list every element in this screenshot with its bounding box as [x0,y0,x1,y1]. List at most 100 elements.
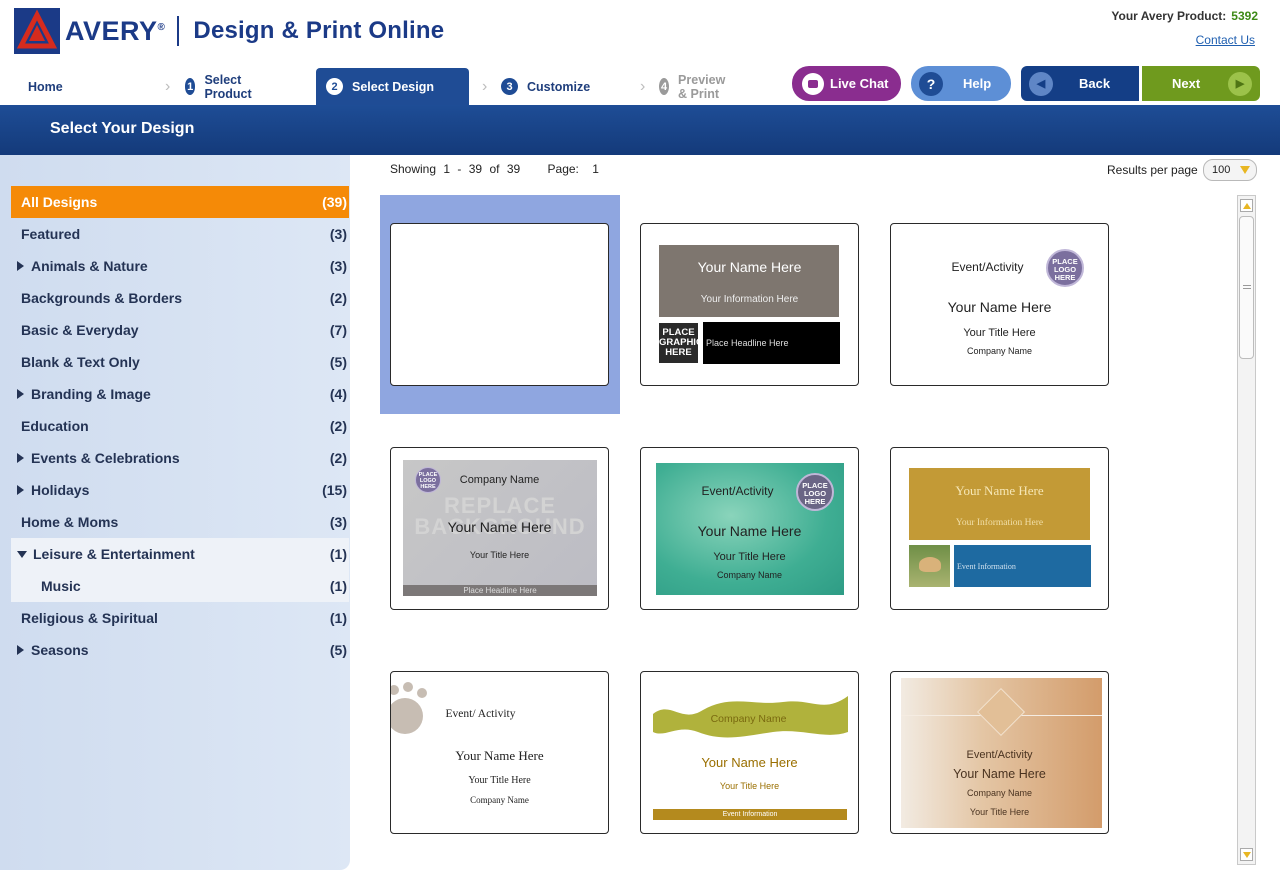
step-label: Customize [527,79,591,94]
results-per-page-value: 100 [1212,164,1231,176]
showing-label: Showing [390,162,437,176]
subcategory-music[interactable]: Music (1) [11,570,349,602]
category-holidays[interactable]: Holidays (15) [11,474,349,506]
category-label: Seasons [31,642,89,658]
chevron-right-icon: › [640,78,646,95]
next-button[interactable]: Next ▶ [1142,66,1260,101]
category-home-moms[interactable]: Home & Moms (3) [11,506,349,538]
of-label: of [489,162,500,176]
expand-arrow-icon[interactable] [17,453,24,463]
design-card[interactable]: Event/Activity Your Name Here Company Na… [890,671,1109,834]
category-count: (3) [329,226,347,242]
category-label: Blank & Text Only [21,354,140,370]
next-label: Next [1172,76,1201,91]
help-button[interactable]: ? Help [911,66,1011,101]
avery-triangle-icon [14,8,60,54]
category-count: (1) [329,578,347,594]
step-preview-print[interactable]: 4 Preview & Print [659,68,732,105]
paw-toe [403,682,413,692]
category-label: Music [41,578,81,594]
expand-arrow-icon[interactable] [17,485,24,495]
card-headline: Place Headline Here [706,338,789,348]
category-education[interactable]: Education (2) [11,410,349,442]
results-total: 39 [506,162,521,176]
avery-logo: AVERY® Design & Print Online [14,8,444,54]
contact-us-link[interactable]: Contact Us [1196,33,1255,47]
paw-toe [417,688,427,698]
category-count: (15) [322,482,347,498]
category-branding-image[interactable]: Branding & Image (4) [11,378,349,410]
card-event: Event Information [653,809,847,820]
design-card[interactable]: Company Name Your Name Here Your Title H… [640,671,859,834]
your-product-number: 5392 [1231,9,1258,23]
category-leisure-entertainment[interactable]: Leisure & Entertainment (1) [11,538,349,570]
card-name: Your Name Here [697,259,802,275]
category-all-designs[interactable]: All Designs (39) [11,186,349,218]
category-label: Holidays [31,482,90,498]
logo-divider [177,16,180,46]
chat-bubble-icon [802,72,824,95]
category-events-celebrations[interactable]: Events & Celebrations (2) [11,442,349,474]
card-company: Company Name [470,795,529,805]
category-featured[interactable]: Featured (3) [11,218,349,250]
category-count: (5) [329,354,347,370]
design-card[interactable]: PLACE LOGO HERE Company Name REPLACE BAC… [390,447,609,610]
category-blank-text-only[interactable]: Blank & Text Only (5) [11,346,349,378]
step-select-product[interactable]: 1 Select Product [185,68,258,105]
back-button[interactable]: ◀ Back [1021,66,1139,101]
design-card[interactable]: Your Name Here Your Information Here Eve… [890,447,1109,610]
design-card[interactable]: Your Name Here Your Information Here PLA… [640,223,859,386]
design-card[interactable]: Event/Activity PLACE LOGO HERE Your Name… [640,447,859,610]
design-card[interactable]: Event/ Activity Your Name Here Your Titl… [390,671,609,834]
category-label: Education [21,418,89,434]
step-label: Select Design [352,79,434,94]
step-home[interactable]: Home [28,68,63,105]
paw-toe [391,685,399,695]
results-per-page-select[interactable]: 100 [1203,159,1257,181]
expand-arrow-icon[interactable] [17,389,24,399]
step-number-badge: 2 [326,78,343,95]
product-line-title: Design & Print Online [193,17,445,44]
step-select-design[interactable]: 2 Select Design [316,68,469,105]
category-animals-nature[interactable]: Animals & Nature (3) [11,250,349,282]
help-label: Help [963,76,992,91]
category-basic-everyday[interactable]: Basic & Everyday (7) [11,314,349,346]
range-end: 39 [468,162,483,176]
results-summary: Showing 1 - 39 of 39 Page: 1 [390,162,603,176]
category-religious-spiritual[interactable]: Religious & Spiritual (1) [11,602,349,634]
design-card[interactable]: Event/Activity PLACE LOGO HERE Your Name… [890,223,1109,386]
category-count: (3) [329,514,347,530]
live-chat-button[interactable]: Live Chat [792,66,901,101]
category-count: (2) [329,418,347,434]
results-per-page-label: Results per page [1107,163,1198,177]
card-info: Your Information Here [955,518,1044,528]
your-product-info: Your Avery Product: 5392 [1111,9,1258,23]
page-number: 1 [592,162,599,176]
design-card-blank[interactable] [390,223,609,386]
dog-photo [909,545,950,587]
question-mark-icon: ? [919,71,943,96]
step-number-badge: 1 [185,78,196,95]
step-number-badge: 4 [659,78,670,95]
scroll-down-arrow-icon[interactable] [1240,848,1253,861]
category-count: (1) [329,610,347,626]
step-label: Select Product [204,72,252,101]
card-title: Your Title Here [719,781,780,791]
card-name: Your Name Here [697,523,802,539]
category-seasons[interactable]: Seasons (5) [11,634,349,666]
category-backgrounds-borders[interactable]: Backgrounds & Borders (2) [11,282,349,314]
scroll-thumb[interactable] [1239,216,1254,359]
expand-arrow-icon[interactable] [17,645,24,655]
card-title: Your Title Here [963,327,1036,339]
card-company: Company Name [710,713,787,725]
place-logo-badge: PLACE LOGO HERE [796,473,834,511]
step-label: Home [28,79,63,94]
collapse-arrow-icon[interactable] [17,550,27,558]
category-count: (2) [329,290,347,306]
scroll-up-arrow-icon[interactable] [1240,199,1253,212]
expand-arrow-icon[interactable] [17,261,24,271]
results-scrollbar[interactable] [1237,195,1256,865]
card-name: Your Name Here [447,519,552,535]
step-customize[interactable]: 3 Customize [501,68,590,105]
category-count: (2) [329,450,347,466]
